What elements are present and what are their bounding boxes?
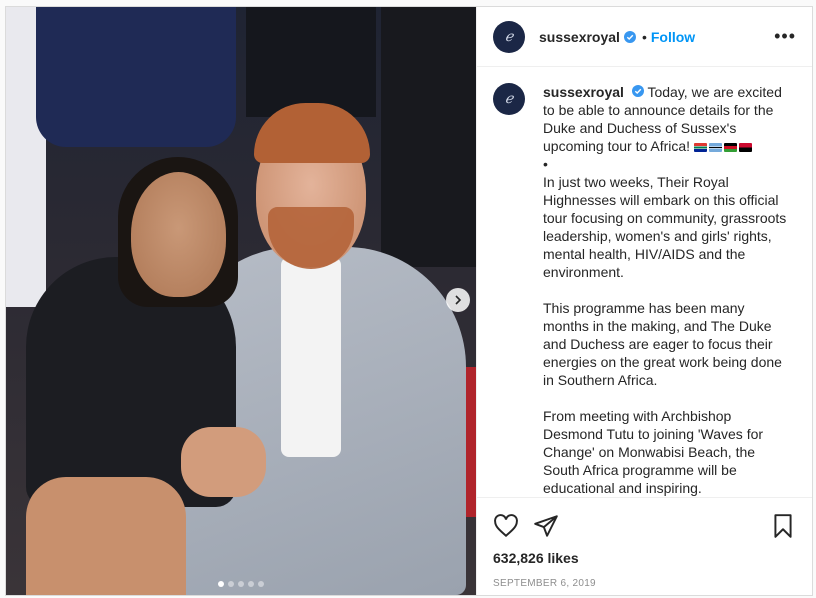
caption-section: ℯ sussexroyal Today, we are excited to b… <box>477 67 812 497</box>
bookmark-icon[interactable] <box>770 513 796 539</box>
likes-count[interactable]: 632,826 likes <box>493 550 796 566</box>
post-photo[interactable] <box>6 7 476 595</box>
flag-angola-icon <box>738 142 752 152</box>
flag-botswana-icon <box>708 142 722 152</box>
carousel-dot <box>228 581 234 587</box>
more-options-icon[interactable]: ••• <box>774 26 796 47</box>
carousel-dot <box>238 581 244 587</box>
avatar-monogram: ℯ <box>504 28 514 45</box>
avatar[interactable]: ℯ <box>493 20 525 53</box>
flag-malawi-icon <box>723 142 737 152</box>
flag-south-africa-icon <box>693 142 707 152</box>
caption-avatar[interactable]: ℯ <box>493 83 525 115</box>
avatar-monogram: ℯ <box>504 91 514 107</box>
caption-paragraph-2: This programme has been many months in t… <box>543 300 782 388</box>
post-container: ℯ sussexroyal • Follow ••• ℯ sussexroyal… <box>5 6 813 596</box>
post-actions: 632,826 likes SEPTEMBER 6, 2019 <box>477 497 812 595</box>
carousel-next-button[interactable] <box>446 288 470 312</box>
carousel-dots <box>6 581 476 587</box>
post-date: SEPTEMBER 6, 2019 <box>493 578 596 589</box>
verified-icon <box>631 85 644 97</box>
carousel-dot <box>258 581 264 587</box>
caption-paragraph-3: From meeting with Archbishop Desmond Tut… <box>543 408 764 496</box>
caption-bullet: • <box>543 156 548 172</box>
caption-paragraph-1: In just two weeks, Their Royal Highnesse… <box>543 174 787 280</box>
flag-emojis <box>693 142 752 152</box>
follow-button[interactable]: Follow <box>651 29 695 45</box>
caption-text: sussexroyal Today, we are excited to be … <box>543 83 793 497</box>
post-side-panel: ℯ sussexroyal • Follow ••• ℯ sussexroyal… <box>476 7 812 595</box>
carousel-dot <box>218 581 224 587</box>
carousel-dot <box>248 581 254 587</box>
like-icon[interactable] <box>493 513 519 539</box>
next-icon <box>455 295 462 305</box>
share-icon[interactable] <box>533 513 559 539</box>
photo-scene <box>6 7 476 595</box>
verified-icon <box>623 30 636 43</box>
username[interactable]: sussexroyal <box>539 29 620 45</box>
post-header: ℯ sussexroyal • Follow ••• <box>477 7 812 67</box>
caption-username[interactable]: sussexroyal <box>543 84 624 100</box>
separator: • <box>641 28 647 45</box>
